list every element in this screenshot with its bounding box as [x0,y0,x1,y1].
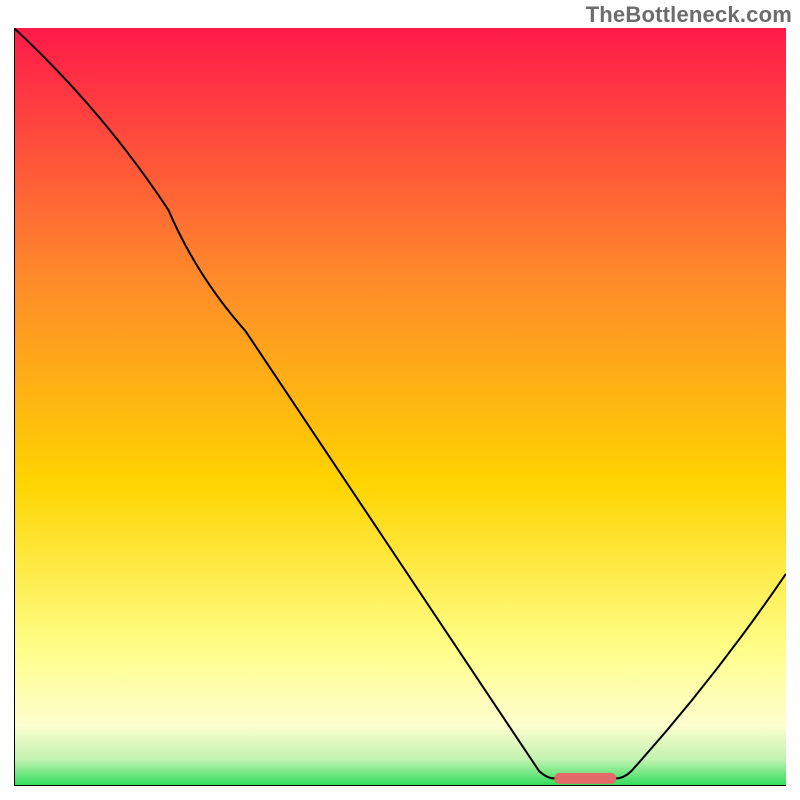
chart-container: TheBottleneck.com [0,0,800,800]
optimal-range-marker [554,773,616,784]
gradient-background [14,28,786,786]
chart-svg [14,28,786,786]
attribution-label: TheBottleneck.com [586,2,792,28]
chart-plot [14,28,786,786]
